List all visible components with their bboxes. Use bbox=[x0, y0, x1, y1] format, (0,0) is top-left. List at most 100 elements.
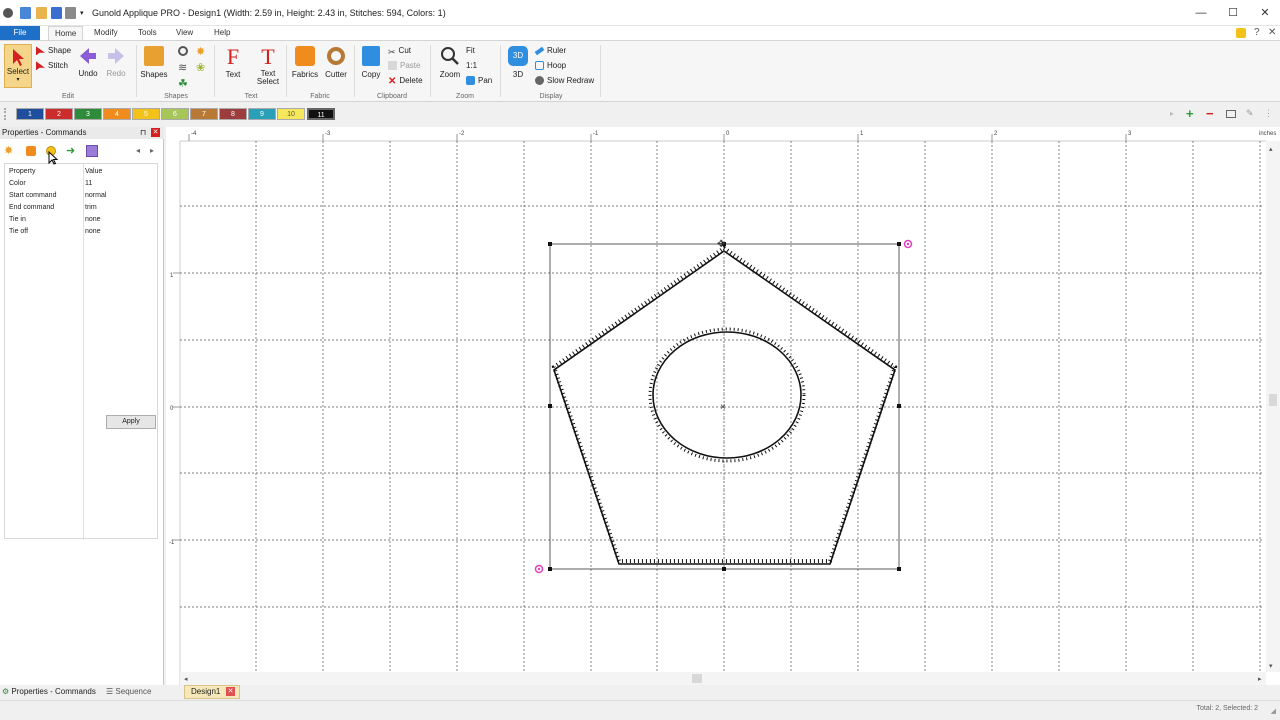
save-icon[interactable] bbox=[51, 7, 62, 19]
copy-button[interactable]: Copy bbox=[358, 46, 384, 79]
color-swatch-6[interactable]: 6 bbox=[161, 108, 189, 120]
paste-button[interactable]: Paste bbox=[388, 60, 420, 72]
palette-menu-icon[interactable]: ⋮ bbox=[1264, 108, 1273, 119]
shape-star-icon[interactable]: ✸ bbox=[196, 45, 205, 58]
color-swatch-5[interactable]: 5 bbox=[132, 108, 160, 120]
scroll-right-icon[interactable]: ▸ bbox=[1258, 676, 1262, 683]
property-value[interactable]: none bbox=[85, 226, 101, 238]
minimize-button[interactable]: — bbox=[1186, 4, 1216, 22]
tab-sequence[interactable]: ☰ Sequence bbox=[106, 685, 151, 699]
horizontal-scroll-thumb[interactable] bbox=[692, 674, 702, 683]
shape-wave-icon[interactable]: ≋ bbox=[178, 61, 187, 74]
property-value[interactable]: none bbox=[85, 214, 101, 226]
maximize-button[interactable]: ☐ bbox=[1218, 4, 1248, 22]
pan-button[interactable]: Pan bbox=[466, 75, 492, 87]
tab-tools[interactable]: Tools bbox=[132, 26, 163, 40]
cut-button[interactable]: ✂ Cut bbox=[388, 45, 411, 57]
commands-star-icon[interactable]: ✸ bbox=[4, 144, 13, 157]
undo-button[interactable]: Undo bbox=[76, 46, 100, 78]
slow-redraw-button[interactable]: Slow Redraw bbox=[535, 75, 594, 87]
property-value[interactable]: trim bbox=[85, 202, 97, 214]
shape-button[interactable]: Shape bbox=[36, 45, 71, 57]
ruler-button[interactable]: Ruler bbox=[534, 45, 566, 57]
table-row[interactable]: Tie off none bbox=[5, 226, 159, 238]
green-arrow-icon[interactable]: ➜ bbox=[66, 144, 75, 157]
tab-home[interactable]: Home bbox=[48, 26, 84, 40]
remove-color-icon[interactable]: − bbox=[1206, 106, 1214, 121]
ribbon-collapse-icon[interactable]: ✕ bbox=[1268, 27, 1276, 38]
panel-prev-icon[interactable]: ◂ bbox=[136, 146, 140, 155]
redo-button[interactable]: Redo bbox=[104, 46, 128, 78]
property-value[interactable]: 11 bbox=[85, 178, 92, 190]
fit-button[interactable]: Fit bbox=[466, 45, 475, 57]
panel-close-icon[interactable]: ✕ bbox=[151, 128, 160, 137]
column-header-value: Value bbox=[85, 168, 103, 175]
color-swatch-1[interactable]: 1 bbox=[16, 108, 44, 120]
panel-pin-icon[interactable]: ⊓ bbox=[140, 127, 146, 139]
tab-properties-commands[interactable]: ⚙ Properties - Commands bbox=[2, 685, 96, 699]
color-swatch-4[interactable]: 4 bbox=[103, 108, 131, 120]
3d-button[interactable]: 3D 3D bbox=[506, 46, 530, 79]
text-select-button[interactable]: T Text Select bbox=[252, 46, 284, 86]
vertical-scroll-thumb[interactable] bbox=[1269, 394, 1277, 406]
select-button[interactable]: Select ▾ bbox=[4, 44, 32, 88]
tab-help[interactable]: Help bbox=[208, 26, 236, 40]
tab-file[interactable]: File bbox=[0, 26, 40, 40]
table-row[interactable]: End command trim bbox=[5, 202, 159, 214]
scroll-down-icon[interactable]: ▾ bbox=[1269, 663, 1273, 670]
text-button[interactable]: F Text bbox=[220, 46, 246, 80]
properties-table: Property Value Color 11 Start command no… bbox=[4, 163, 159, 540]
hoop-button[interactable]: Hoop bbox=[535, 60, 566, 72]
app-gear-icon[interactable] bbox=[3, 8, 13, 18]
circle-applique[interactable] bbox=[652, 331, 802, 459]
design-canvas[interactable]: -4 -3 -2 -1 0 1 2 3 inches 1 0 -1 × ✥ ▴ … bbox=[166, 127, 1280, 685]
horizontal-scrollbar[interactable] bbox=[180, 672, 1266, 685]
tab-view[interactable]: View bbox=[170, 26, 199, 40]
zoom-button[interactable]: Zoom bbox=[436, 46, 464, 79]
print-icon[interactable] bbox=[65, 7, 76, 19]
table-row[interactable]: Color 11 bbox=[5, 178, 159, 190]
close-button[interactable]: ✕ bbox=[1250, 4, 1280, 22]
stitch-button[interactable]: Stitch bbox=[36, 60, 68, 72]
quick-access-dropdown-icon[interactable]: ▾ bbox=[80, 9, 84, 17]
monitor-icon[interactable] bbox=[1226, 110, 1236, 118]
pattern-icon[interactable] bbox=[86, 145, 98, 157]
tab-modify[interactable]: Modify bbox=[88, 26, 124, 40]
properties-panel: Properties - Commands ⊓ ✕ ✸ ➜ ◂ ▸ Proper… bbox=[0, 127, 164, 685]
fabrics-button[interactable]: Fabrics bbox=[290, 46, 320, 79]
cutter-button[interactable]: Cutter bbox=[322, 46, 350, 79]
cutter-gear-icon bbox=[327, 47, 345, 65]
table-row[interactable]: Start command normal bbox=[5, 190, 159, 202]
new-file-icon[interactable] bbox=[20, 7, 31, 19]
apply-button[interactable]: Apply bbox=[106, 415, 156, 429]
color-swatch-8[interactable]: 8 bbox=[219, 108, 247, 120]
vertical-scrollbar[interactable] bbox=[1266, 141, 1280, 672]
table-row[interactable]: Tie in none bbox=[5, 214, 159, 226]
shapes-button[interactable]: Shapes bbox=[140, 46, 168, 79]
scroll-right-icon[interactable]: ▸ bbox=[1170, 109, 1174, 118]
delete-button[interactable]: ✕ Delete bbox=[388, 75, 423, 87]
ribbon-pin-icon[interactable] bbox=[1236, 28, 1246, 38]
property-value[interactable]: normal bbox=[85, 190, 106, 202]
add-color-icon[interactable]: + bbox=[1186, 106, 1194, 121]
help-icon[interactable]: ? bbox=[1254, 27, 1260, 38]
color-swatch-11-selected[interactable]: 11 bbox=[307, 108, 335, 120]
panel-next-icon[interactable]: ▸ bbox=[150, 146, 154, 155]
close-document-icon[interactable]: ✕ bbox=[226, 687, 235, 696]
color-swatch-10[interactable]: 10 bbox=[277, 108, 305, 120]
color-swatch-2[interactable]: 2 bbox=[45, 108, 73, 120]
shape-leaf-icon[interactable]: ☘ bbox=[178, 77, 188, 90]
edit-pencil-icon[interactable]: ✎ bbox=[1246, 108, 1254, 119]
color-swatch-9[interactable]: 9 bbox=[248, 108, 276, 120]
color-swatch-3[interactable]: 3 bbox=[74, 108, 102, 120]
fill-square-icon[interactable] bbox=[26, 146, 36, 156]
scroll-up-icon[interactable]: ▴ bbox=[1269, 146, 1273, 153]
shape-flower-icon[interactable]: ❀ bbox=[196, 61, 205, 74]
shape-circle-icon[interactable] bbox=[178, 46, 188, 56]
text-group-label: Text bbox=[244, 93, 258, 100]
color-swatch-7[interactable]: 7 bbox=[190, 108, 218, 120]
open-folder-icon[interactable] bbox=[36, 7, 47, 19]
resize-grip-icon[interactable]: ◢ bbox=[1271, 707, 1276, 715]
scroll-left-icon[interactable]: ◂ bbox=[184, 676, 188, 683]
one-to-one-button[interactable]: 1:1 bbox=[466, 60, 477, 72]
